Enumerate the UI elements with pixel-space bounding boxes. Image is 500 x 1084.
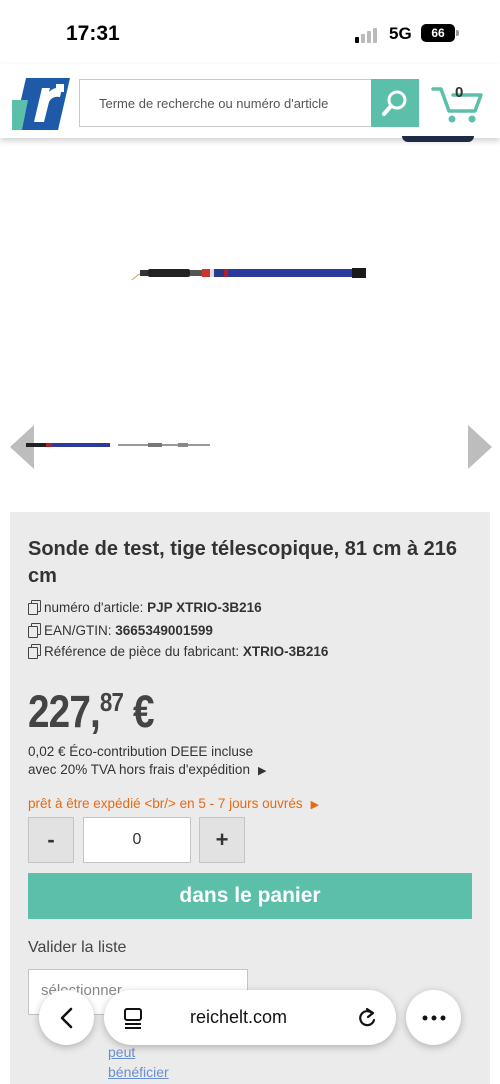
- header-tab-indicator: [402, 136, 474, 142]
- status-time: 17:31: [66, 22, 120, 45]
- product-title: Sonde de test, tige télescopique, 81 cm …: [28, 538, 458, 587]
- shipping-info[interactable]: prêt à être expédié <br/> en 5 - 7 jours…: [28, 796, 319, 811]
- quantity-input[interactable]: [84, 818, 190, 862]
- quantity-plus-button[interactable]: +: [199, 817, 245, 863]
- price: 227,87 €: [28, 686, 154, 738]
- search-field[interactable]: [79, 79, 371, 127]
- eco-line-1: 0,02 € Éco-contribution DEEE incluse: [28, 744, 254, 759]
- search-input[interactable]: [80, 80, 371, 126]
- list-label: Valider la liste: [28, 939, 127, 956]
- article-number-value: PJP XTRIO-3B216: [147, 600, 262, 615]
- more-icon: [422, 1015, 445, 1020]
- manufacturer-ref-row: Référence de pièce du fabricant: XTRIO-3…: [28, 644, 328, 659]
- more-button[interactable]: [406, 990, 461, 1045]
- expand-arrow-icon: ▶: [310, 799, 320, 811]
- eco-line-2: avec 20% TVA hors frais d'expédition: [28, 762, 250, 777]
- browser-bottom-bar: reichelt.com: [0, 985, 500, 1049]
- eco-info[interactable]: 0,02 € Éco-contribution DEEE incluse ave…: [28, 743, 266, 780]
- benefit-link-line-2: bénéficier: [108, 1064, 169, 1080]
- product-image[interactable]: [130, 262, 370, 286]
- ean-value: 3665349001599: [115, 623, 213, 638]
- quantity-field[interactable]: [83, 817, 191, 863]
- price-main: 227,: [28, 686, 101, 737]
- ean-row: EAN/GTIN: 3665349001599: [28, 623, 213, 638]
- manufacturer-ref-label: Référence de pièce du fabricant:: [44, 644, 240, 659]
- back-button[interactable]: [39, 990, 94, 1045]
- price-currency: €: [132, 686, 155, 737]
- reichelt-logo[interactable]: [12, 78, 70, 130]
- status-bar: 17:31 5G 66: [0, 0, 500, 64]
- quantity-minus-button[interactable]: -: [28, 817, 74, 863]
- shipping-text: prêt à être expédié <br/> en 5 - 7 jours…: [28, 796, 303, 811]
- search-icon: [382, 90, 407, 116]
- add-to-cart-button[interactable]: dans le panier: [28, 873, 472, 919]
- chevron-left-icon: [60, 1007, 72, 1028]
- ean-label: EAN/GTIN:: [44, 623, 112, 638]
- expand-arrow-icon: ▶: [257, 765, 267, 777]
- site-header: 0: [0, 64, 500, 138]
- copy-icon[interactable]: [28, 644, 41, 659]
- network-label: 5G: [389, 24, 412, 43]
- copy-icon[interactable]: [28, 600, 41, 615]
- battery-icon: 66: [421, 24, 459, 42]
- search-button[interactable]: [371, 79, 419, 127]
- reload-icon[interactable]: [356, 1007, 378, 1029]
- cart-count-badge: 0: [455, 84, 464, 101]
- carousel-next-icon[interactable]: [468, 425, 492, 469]
- tabs-icon[interactable]: [122, 1007, 144, 1029]
- thumbnail-2[interactable]: [118, 440, 210, 450]
- signal-icon: [355, 27, 381, 43]
- thumbnail-1[interactable]: [26, 440, 112, 450]
- price-cents: 87: [99, 687, 124, 717]
- address-bar[interactable]: reichelt.com: [104, 990, 396, 1045]
- manufacturer-ref-value: XTRIO-3B216: [242, 644, 329, 659]
- copy-icon[interactable]: [28, 623, 41, 638]
- article-number-label: numéro d'article:: [44, 600, 144, 615]
- url-text: reichelt.com: [190, 1007, 288, 1027]
- article-number-row: numéro d'article: PJP XTRIO-3B216: [28, 600, 262, 615]
